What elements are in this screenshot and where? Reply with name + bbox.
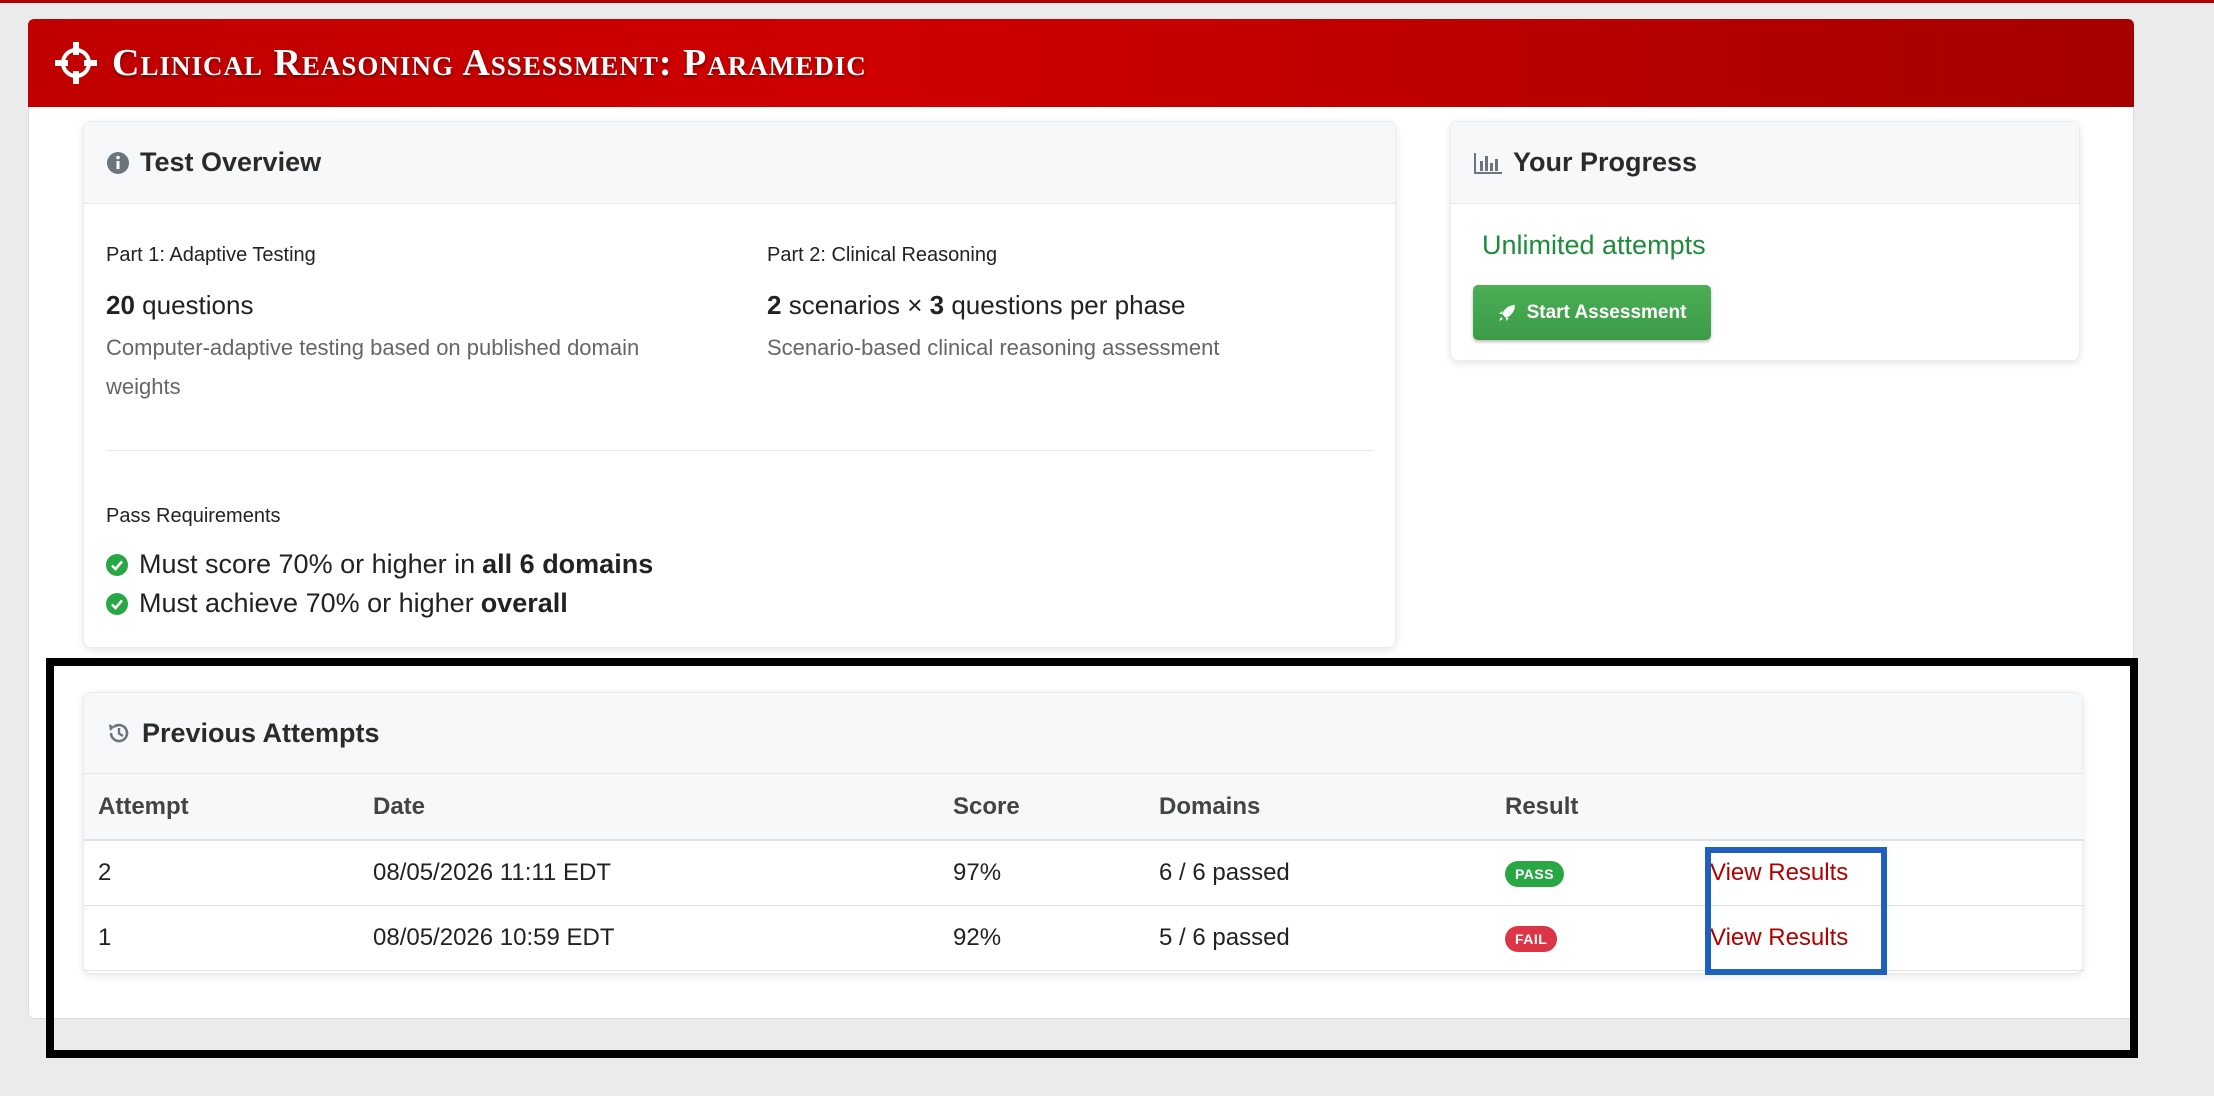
column-header-attempt: Attempt	[84, 774, 359, 841]
column-header-domains: Domains	[1145, 774, 1491, 841]
requirement-bold: overall	[480, 588, 568, 618]
your-progress-panel: Your Progress Unlimited attempts Start A…	[1450, 121, 2080, 361]
page-title: Clinical Reasoning Assessment: Paramedic	[112, 42, 867, 84]
bar-chart-icon	[1473, 151, 1503, 175]
attempt-number: 2	[84, 840, 359, 906]
part2-description: Scenario-based clinical reasoning assess…	[767, 335, 1220, 360]
attempt-domains: 5 / 6 passed	[1145, 905, 1491, 971]
part1-count: 20	[106, 290, 135, 320]
attempt-score: 92%	[939, 905, 1145, 971]
pass-badge: PASS	[1505, 861, 1565, 888]
pass-requirement-domains: Must score 70% or higher in all 6 domain…	[106, 549, 653, 580]
your-progress-header: Your Progress	[1451, 122, 2079, 204]
part1-count-suffix: questions	[142, 290, 254, 320]
attempt-score: 97%	[939, 840, 1145, 906]
attempt-number: 1	[84, 905, 359, 971]
part2-scenario-text: scenarios ×	[788, 290, 923, 320]
history-icon	[106, 720, 132, 746]
crosshair-icon	[54, 41, 98, 85]
attempts-table: Attempt Date Score Domains Result 2 08/0…	[84, 774, 2084, 971]
part1-description: Computer-adaptive testing based on publi…	[106, 335, 640, 399]
previous-attempts-title: Previous Attempts	[142, 717, 380, 748]
part2-label: Part 2: Clinical Reasoning	[767, 244, 998, 266]
requirement-text: Must score 70% or higher in	[139, 549, 476, 579]
view-results-link[interactable]: View Results	[1710, 859, 1848, 886]
rocket-icon	[1498, 304, 1516, 322]
table-row: 1 08/05/2026 10:59 EDT 92% 5 / 6 passed …	[84, 905, 2084, 971]
attempt-result-cell: PASS	[1491, 840, 1696, 906]
part1-label: Part 1: Adaptive Testing	[106, 244, 316, 266]
column-header-result: Result	[1491, 774, 1696, 841]
page-banner: Clinical Reasoning Assessment: Paramedic	[28, 19, 2134, 107]
check-circle-icon	[106, 592, 128, 615]
divider	[106, 450, 1374, 451]
table-header-row: Attempt Date Score Domains Result	[84, 774, 2084, 841]
column-header-score: Score	[939, 774, 1145, 841]
column-header-actions	[1696, 774, 2084, 841]
test-overview-title: Test Overview	[140, 147, 322, 177]
top-accent-line	[0, 0, 2214, 3]
requirement-bold: all 6 domains	[482, 549, 654, 579]
start-assessment-label: Start Assessment	[1526, 301, 1687, 323]
previous-attempts-header: Previous Attempts	[84, 693, 2082, 774]
pass-requirement-overall: Must achieve 70% or higher overall	[106, 588, 568, 619]
attempts-status: Unlimited attempts	[1482, 230, 1706, 260]
previous-attempts-panel: Previous Attempts Attempt Date Score Dom…	[83, 692, 2084, 974]
info-icon	[106, 151, 130, 175]
check-circle-icon	[106, 553, 128, 576]
your-progress-title: Your Progress	[1513, 147, 1698, 177]
view-results-link[interactable]: View Results	[1710, 924, 1848, 951]
attempt-date: 08/05/2026 10:59 EDT	[359, 905, 939, 971]
attempt-date: 08/05/2026 11:11 EDT	[359, 840, 939, 906]
attempt-result-cell: FAIL	[1491, 905, 1696, 971]
attempt-actions-cell: View Results	[1696, 840, 2084, 906]
fail-badge: FAIL	[1505, 926, 1558, 952]
part2-question-count: 3	[929, 290, 945, 320]
column-header-date: Date	[359, 774, 939, 841]
attempt-actions-cell: View Results	[1696, 905, 2084, 971]
part1-questions: 20 questions	[106, 290, 253, 321]
requirement-text: Must achieve 70% or higher	[139, 588, 474, 618]
test-overview-panel: Test Overview Part 1: Adaptive Testing 2…	[83, 121, 1396, 648]
part2-question-text: questions per phase	[951, 290, 1186, 320]
table-row: 2 08/05/2026 11:11 EDT 97% 6 / 6 passed …	[84, 840, 2084, 906]
test-overview-header: Test Overview	[84, 122, 1395, 204]
attempt-domains: 6 / 6 passed	[1145, 840, 1491, 906]
pass-requirements-label: Pass Requirements	[106, 505, 281, 527]
start-assessment-button[interactable]: Start Assessment	[1473, 285, 1711, 340]
part2-scenarios: 2 scenarios × 3 questions per phase	[767, 290, 1186, 321]
part2-scenario-count: 2	[767, 290, 782, 320]
